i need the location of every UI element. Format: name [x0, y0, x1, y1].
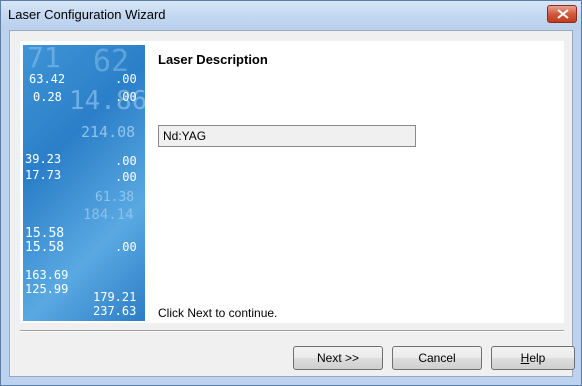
laser-description-input[interactable]	[158, 125, 416, 147]
art-number: 214.08	[81, 123, 135, 141]
wizard-sidebar-image: 71 62 63.42 .00 0.28 14.86 .00 214.08 39…	[23, 45, 145, 321]
art-number: 237.63	[93, 304, 136, 318]
art-number: 61.38	[95, 190, 134, 205]
art-number: 163.69	[25, 268, 68, 282]
art-number: 15.58	[25, 226, 64, 241]
art-number: 63.42	[29, 72, 65, 86]
help-button[interactable]: Help	[491, 346, 575, 370]
art-number: 15.58	[25, 240, 64, 255]
art-number: .00	[115, 240, 137, 254]
numbers-graphic: 71 62 63.42 .00 0.28 14.86 .00 214.08 39…	[25, 45, 145, 318]
close-button[interactable]	[547, 5, 577, 23]
page-heading: Laser Description	[158, 52, 268, 67]
art-number: 17.73	[25, 168, 61, 182]
art-number: .00	[115, 90, 137, 104]
wizard-client-area: 71 62 63.42 .00 0.28 14.86 .00 214.08 39…	[9, 30, 575, 377]
art-number: 179.21	[93, 290, 136, 304]
art-number: 71	[27, 45, 61, 74]
next-button[interactable]: Next >>	[293, 346, 383, 370]
art-number: 184.14	[83, 207, 134, 223]
button-divider	[20, 330, 564, 332]
art-number: .00	[115, 154, 137, 168]
close-icon	[557, 9, 569, 19]
art-number: 0.28	[33, 90, 62, 104]
cancel-button[interactable]: Cancel	[392, 346, 482, 370]
art-number: .00	[115, 72, 137, 86]
art-number: 125.99	[25, 282, 68, 296]
help-label-rest: elp	[529, 351, 546, 365]
title-bar[interactable]: Laser Configuration Wizard	[1, 1, 581, 29]
art-number: .00	[115, 170, 137, 184]
art-number: 39.23	[25, 152, 61, 166]
continue-hint: Click Next to continue.	[158, 306, 278, 320]
wizard-page-panel: 71 62 63.42 .00 0.28 14.86 .00 214.08 39…	[20, 41, 564, 323]
window-title: Laser Configuration Wizard	[8, 7, 166, 22]
wizard-window: Laser Configuration Wizard 71 62 63.42 .…	[0, 0, 582, 386]
